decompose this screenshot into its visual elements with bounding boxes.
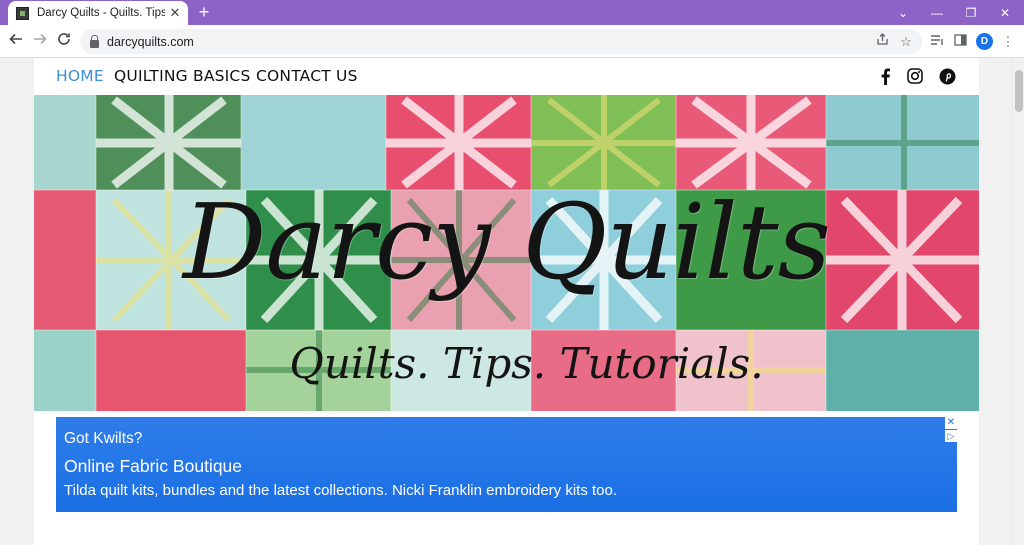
facebook-icon[interactable]: [876, 67, 894, 85]
browser-tab[interactable]: Darcy Quilts - Quilts. Tips. Tutorials. …: [8, 1, 188, 25]
ad-banner[interactable]: Got Kwilts? Online Fabric Boutique Tilda…: [56, 417, 957, 512]
share-icon[interactable]: [873, 33, 891, 51]
browser-toolbar: darcyquilts.com ☆ D ⋮: [0, 25, 1024, 58]
tab-close-button[interactable]: ✕: [168, 5, 182, 21]
more-menu-icon[interactable]: ⋮: [999, 32, 1017, 52]
address-bar[interactable]: darcyquilts.com ☆: [80, 29, 922, 54]
tab-search-button[interactable]: ⌄: [886, 0, 920, 25]
ad-description: Tilda quilt kits, bundles and the latest…: [64, 482, 618, 499]
side-panel-icon[interactable]: [951, 32, 969, 52]
ad-choices-icon[interactable]: ▷: [945, 430, 957, 442]
ad-close-icon[interactable]: ✕: [945, 417, 957, 429]
nav-home-link[interactable]: HOME: [56, 67, 104, 85]
forward-button[interactable]: [30, 32, 50, 52]
nav-contact-us-link[interactable]: CONTACT US: [256, 67, 358, 85]
site-favicon-icon: [16, 6, 29, 20]
profile-avatar[interactable]: D: [976, 33, 993, 50]
lock-icon: [90, 34, 99, 48]
scrollbar-thumb[interactable]: [1015, 70, 1023, 112]
close-window-button[interactable]: ✕: [988, 0, 1022, 25]
forward-arrow-icon: [34, 33, 47, 45]
reload-button[interactable]: [54, 32, 74, 52]
reading-list-icon[interactable]: [928, 32, 946, 52]
new-tab-button[interactable]: +: [195, 3, 213, 21]
banner-title: Darcy Quilts: [182, 181, 831, 303]
pinterest-icon[interactable]: [938, 67, 956, 85]
page-viewport: HOME QUILTING BASICS CONTACT US Darcy Qu…: [0, 58, 1012, 545]
bookmark-star-icon[interactable]: ☆: [897, 33, 915, 51]
header-banner: Darcy Quilts Quilts. Tips. Tutorials.: [34, 95, 979, 411]
instagram-icon[interactable]: [906, 67, 924, 85]
url-text: darcyquilts.com: [107, 34, 194, 49]
browser-tab-strip: Darcy Quilts - Quilts. Tips. Tutorials. …: [0, 0, 1024, 25]
back-arrow-icon: [9, 33, 22, 45]
restore-button[interactable]: ❐: [954, 0, 988, 25]
back-button[interactable]: [6, 32, 26, 52]
ad-kicker: Got Kwilts?: [64, 430, 143, 447]
nav-quilting-basics-link[interactable]: QUILTING BASICS: [114, 67, 251, 85]
tab-title: Darcy Quilts - Quilts. Tips. Tutorials.: [37, 7, 165, 19]
reload-icon: [58, 33, 70, 45]
ad-title-link[interactable]: Online Fabric Boutique: [64, 456, 242, 477]
minimize-button[interactable]: —: [920, 0, 954, 25]
site-nav: HOME QUILTING BASICS CONTACT US: [34, 58, 979, 95]
page-scrollbar[interactable]: [1012, 58, 1024, 545]
banner-tagline: Quilts. Tips. Tutorials.: [289, 339, 764, 388]
site-page: HOME QUILTING BASICS CONTACT US Darcy Qu…: [34, 58, 979, 545]
